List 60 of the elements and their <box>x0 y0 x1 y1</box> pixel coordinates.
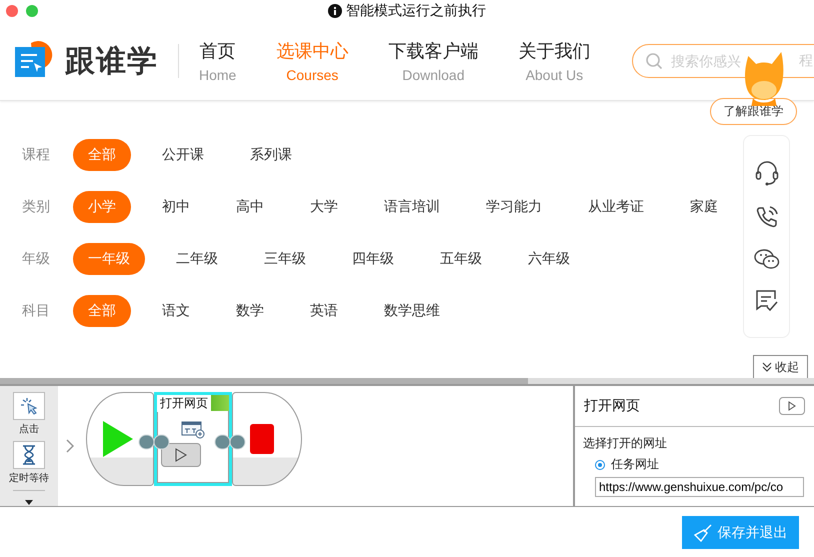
chevron-icon[interactable] <box>66 439 74 453</box>
filter-option[interactable]: 六年级 <box>513 243 585 275</box>
caret-icon <box>25 500 33 505</box>
play-icon <box>175 448 187 462</box>
start-block[interactable] <box>86 392 154 486</box>
browser-icon <box>181 421 205 439</box>
radio-option[interactable]: 任务网址 <box>595 456 814 473</box>
filter-option[interactable]: 学习能力 <box>471 191 557 223</box>
end-block[interactable] <box>232 392 302 486</box>
search-icon <box>645 52 663 70</box>
scrollbar-thumb[interactable] <box>0 378 528 384</box>
info-icon <box>328 4 342 18</box>
filter-option[interactable]: 五年级 <box>425 243 497 275</box>
filter-option[interactable]: 三年级 <box>249 243 321 275</box>
filter-option[interactable]: 系列课 <box>235 139 307 171</box>
block-title: 打开网页 <box>157 394 211 412</box>
nav-link[interactable]: 关于我们 About Us <box>518 39 590 83</box>
feedback-icon[interactable] <box>754 289 778 314</box>
filter-option[interactable]: 英语 <box>295 295 353 327</box>
filter-option[interactable]: 四年级 <box>337 243 409 275</box>
hourglass-icon <box>22 445 36 465</box>
filter-option[interactable]: 从业考证 <box>573 191 659 223</box>
double-chevron-icon <box>762 362 772 372</box>
section-label: 选择打开的网址 <box>582 435 668 452</box>
filter-option[interactable]: 初中 <box>147 191 205 223</box>
open-page-block[interactable]: 打开网页 <box>154 392 232 486</box>
run-button[interactable] <box>779 397 805 415</box>
panel-title: 打开网页 <box>584 397 640 415</box>
filter-label: 课程 <box>21 146 51 164</box>
connector-icon <box>214 434 246 450</box>
filter-option[interactable]: 大学 <box>295 191 353 223</box>
phone-icon[interactable] <box>754 204 778 229</box>
filter-label: 年级 <box>21 250 51 268</box>
window-title: 智能模式运行之前执行 <box>346 2 486 20</box>
broom-icon <box>694 524 712 542</box>
headset-icon[interactable] <box>754 160 778 186</box>
connector-icon <box>138 434 170 450</box>
filter-option[interactable]: 数学 <box>221 295 279 327</box>
nav-link[interactable]: 首页 Home <box>199 39 236 83</box>
close-button[interactable] <box>6 5 18 17</box>
run-button[interactable] <box>161 443 201 467</box>
filter-option[interactable]: 语文 <box>147 295 205 327</box>
filter-option[interactable]: 高中 <box>221 191 279 223</box>
chat-icon[interactable] <box>754 248 780 270</box>
url-field[interactable]: https://www.genshuixue.com/pc/co <box>595 477 804 497</box>
play-icon <box>103 421 133 457</box>
filter-label: 类别 <box>21 198 51 216</box>
nav-link[interactable]: 下载客户端 Download <box>388 39 478 83</box>
tool-item[interactable]: 定时等待 <box>9 441 49 490</box>
filter-option[interactable]: 数学思维 <box>369 295 455 327</box>
filter-option[interactable]: 二年级 <box>161 243 233 275</box>
collapse-button[interactable]: 收起 <box>753 355 808 378</box>
logo-text: 跟谁学 <box>65 44 158 80</box>
filter-option[interactable]: 家庭 <box>675 191 733 223</box>
filter-option[interactable]: 公开课 <box>147 139 219 171</box>
filter-label: 科目 <box>21 302 51 320</box>
play-icon <box>788 401 796 411</box>
stop-icon <box>250 424 274 454</box>
filter-option[interactable]: 语言培训 <box>369 191 455 223</box>
click-icon <box>19 396 39 416</box>
